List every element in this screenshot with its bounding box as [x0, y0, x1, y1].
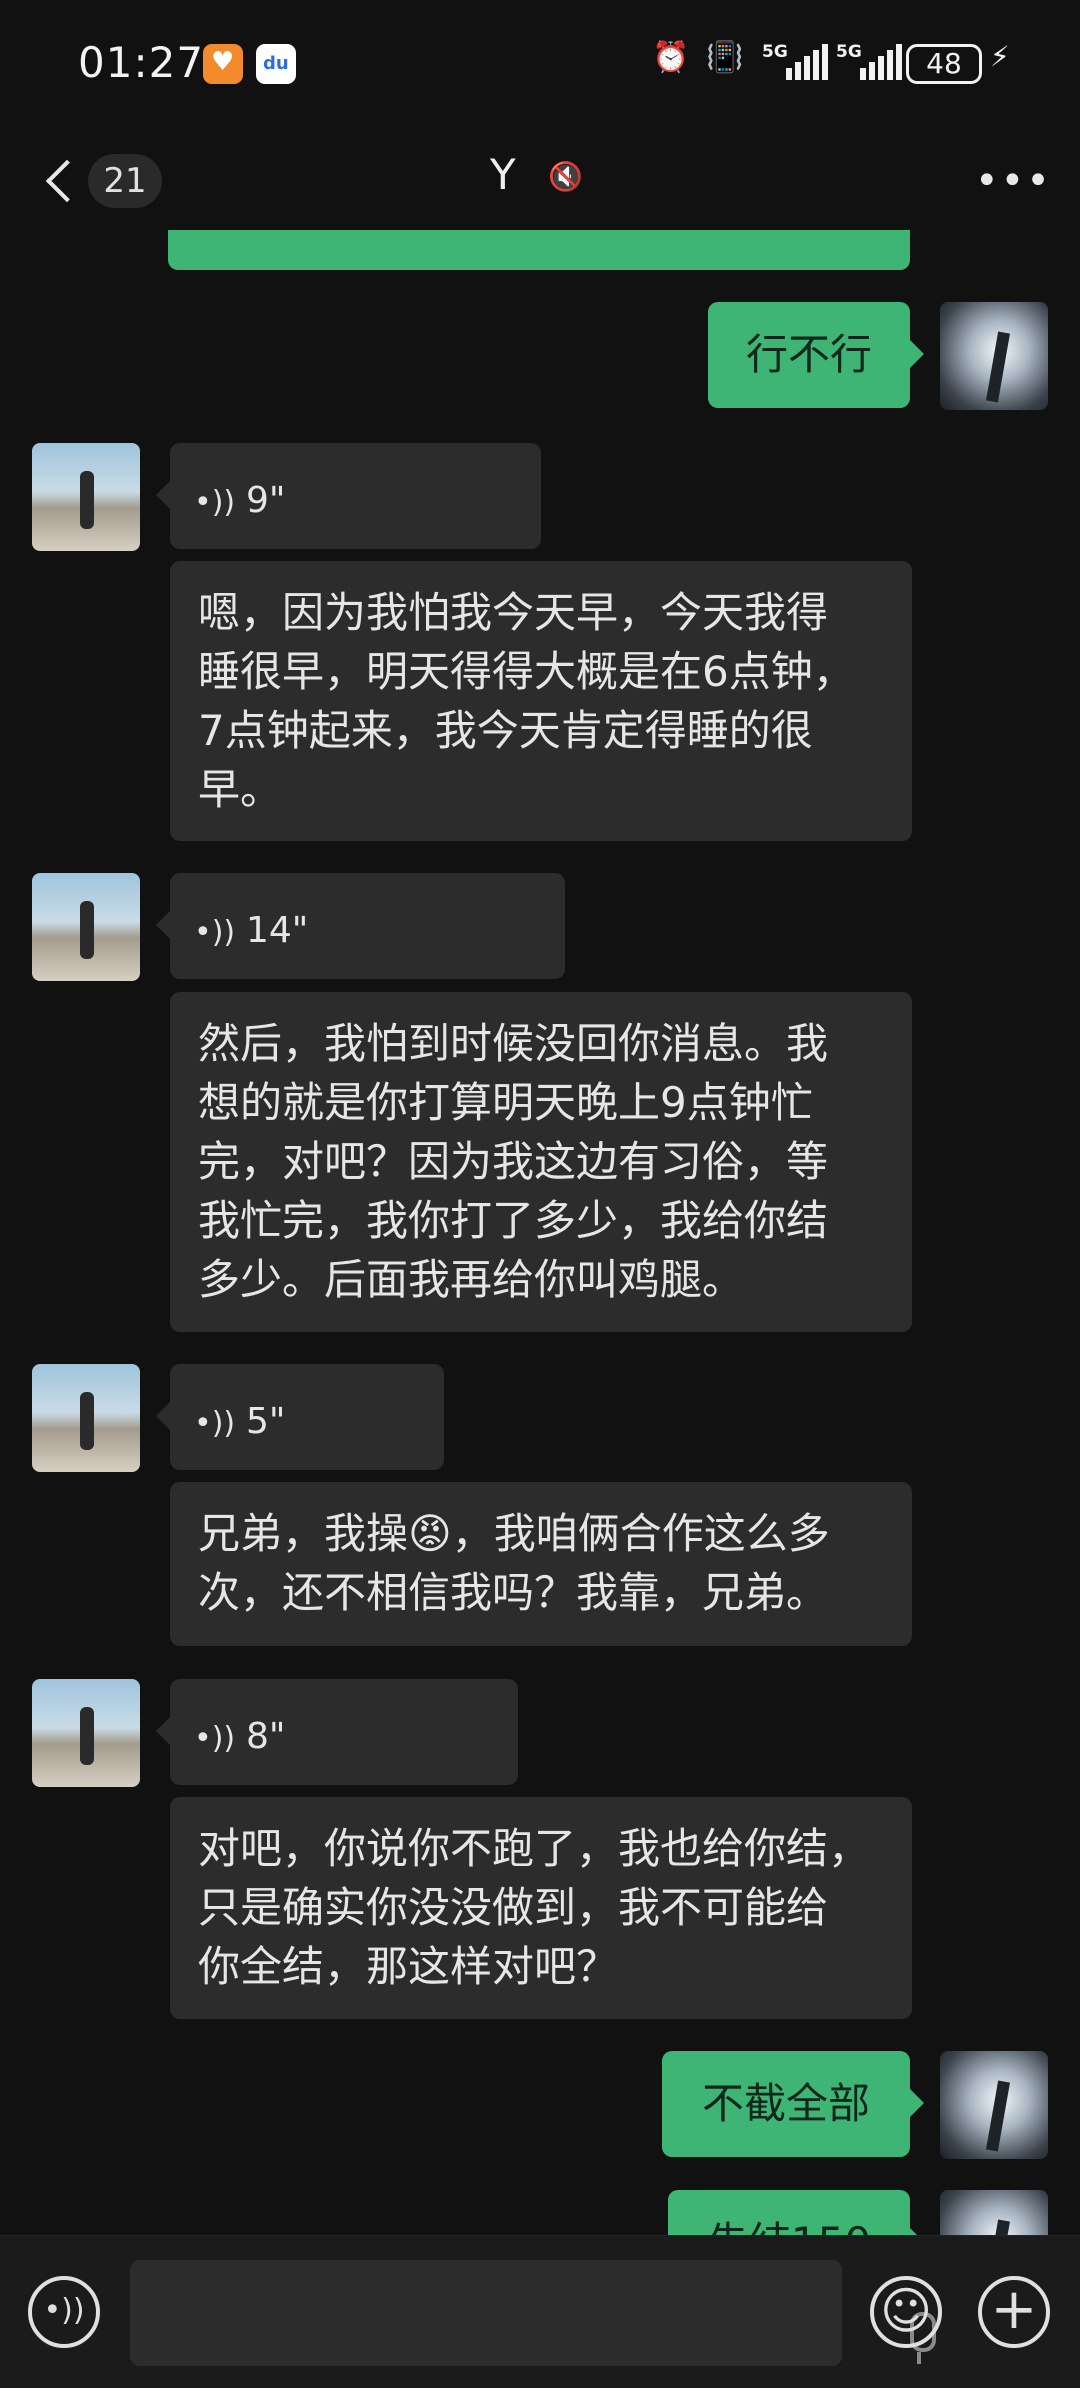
signal-label: 5G [762, 42, 788, 62]
avatar-self[interactable] [940, 302, 1048, 410]
transcript-line: 多少。后面我再给你叫鸡腿。 [198, 1255, 745, 1304]
input-bar: •)) ☺ + [0, 2235, 1080, 2388]
chat-header: 21 Y 🔇 ••• [0, 130, 1080, 230]
avatar-contact[interactable] [32, 1679, 140, 1787]
transcript-line: 睡很早，明天得得大概是在6点钟， [198, 647, 855, 696]
voice-wave-icon: •)) [194, 915, 236, 950]
message-bubble-partial[interactable] [168, 230, 910, 270]
voice-message[interactable]: •)) 5" [156, 1364, 444, 1470]
more-icon[interactable]: ••• [975, 158, 1052, 204]
voice-transcript[interactable]: 嗯，因为我怕我今天早，今天我得 睡很早，明天得得大概是在6点钟， 7点钟起来，我… [170, 561, 912, 841]
avatar-contact[interactable] [32, 1364, 140, 1472]
transcript-line: 7点钟起来，我今天肯定得睡的很 [198, 706, 813, 755]
signal-icon: 5G [762, 42, 828, 80]
voice-transcript[interactable]: 然后，我怕到时候没回你消息。我 想的就是你打算明天晚上9点钟忙 完，对吧？因为我… [170, 992, 912, 1332]
battery-icon: 48 [906, 44, 982, 84]
transcript-line: 次，还不相信我吗？我靠，兄弟。 [198, 1568, 829, 1617]
avatar-self[interactable] [940, 2190, 1048, 2235]
transcript-line: 然后，我怕到时候没回你消息。我 [198, 1019, 829, 1068]
unread-count-badge[interactable]: 21 [88, 154, 162, 208]
avatar-contact[interactable] [32, 443, 140, 551]
message-input[interactable] [130, 2260, 936, 2366]
transcript-line: 兄弟，我操😡，我咱俩合作这么多 [198, 1509, 830, 1558]
message-bubble-out[interactable]: 行不行 [708, 302, 924, 408]
message-text: 先结150 [707, 2218, 871, 2235]
transcript-line: 完，对吧？因为我这边有习俗，等 [198, 1137, 829, 1186]
avatar-self[interactable] [940, 2051, 1048, 2159]
message-bubble-out[interactable]: 先结150 [668, 2190, 924, 2235]
voice-duration: 5" [246, 1401, 286, 1442]
voice-duration: 8" [246, 1716, 286, 1757]
voice-duration: 14" [246, 910, 309, 951]
voice-message[interactable]: •)) 8" [156, 1679, 518, 1785]
transcript-line: 对吧，你说你不跑了，我也给你结， [198, 1824, 871, 1873]
plus-icon[interactable]: + [978, 2276, 1050, 2348]
voice-message[interactable]: •)) 9" [156, 443, 541, 549]
baidu-app-icon [256, 44, 296, 84]
voice-transcript[interactable]: 兄弟，我操😡，我咱俩合作这么多 次，还不相信我吗？我靠，兄弟。 [170, 1482, 912, 1646]
signal-label: 5G [836, 42, 862, 62]
signal-icon: 5G [836, 42, 902, 80]
status-time: 01:27 [78, 38, 205, 87]
voice-wave-icon: •)) [194, 1721, 236, 1756]
voice-wave-icon: •)) [194, 485, 236, 520]
transcript-line: 我忙完，我你打了多少，我给你结 [198, 1196, 829, 1245]
chevron-left-icon[interactable] [38, 158, 78, 208]
voice-transcript[interactable]: 对吧，你说你不跑了，我也给你结， 只是确实你没没做到，我不可能给 你全结，那这样… [170, 1797, 912, 2019]
health-app-icon [203, 44, 243, 84]
message-text: 行不行 [745, 330, 872, 379]
transcript-line: 你全结，那这样对吧？ [198, 1942, 619, 1991]
mute-icon: 🔇 [548, 160, 583, 193]
avatar-contact[interactable] [32, 873, 140, 981]
transcript-line: 早。 [198, 765, 283, 814]
transcript-line: 嗯，因为我怕我今天早，今天我得 [198, 588, 829, 637]
voice-message[interactable]: •)) 14" [156, 873, 565, 979]
charging-icon: ⚡ [990, 40, 1010, 73]
voice-input-toggle-icon[interactable]: •)) [28, 2276, 100, 2348]
message-list[interactable]: 行不行 •)) 9" 嗯，因为我怕我今天早，今天我得 睡很早，明天得得大概是在6… [0, 230, 1080, 2235]
voice-wave-icon: •)) [194, 1406, 236, 1441]
vibrate-icon: 📳 [706, 40, 744, 75]
status-bar: 01:27 ⏰ 📳 5G 5G 48 ⚡ [0, 0, 1080, 130]
alarm-icon: ⏰ [652, 40, 690, 75]
message-bubble-out[interactable]: 不截全部 [662, 2051, 924, 2157]
contact-name: Y [490, 150, 516, 199]
emoji-icon[interactable]: ☺ [870, 2276, 942, 2348]
voice-duration: 9" [246, 480, 286, 521]
message-text: 不截全部 [701, 2079, 870, 2128]
transcript-line: 想的就是你打算明天晚上9点钟忙 [198, 1078, 813, 1127]
transcript-line: 只是确实你没没做到，我不可能给 [198, 1883, 829, 1932]
